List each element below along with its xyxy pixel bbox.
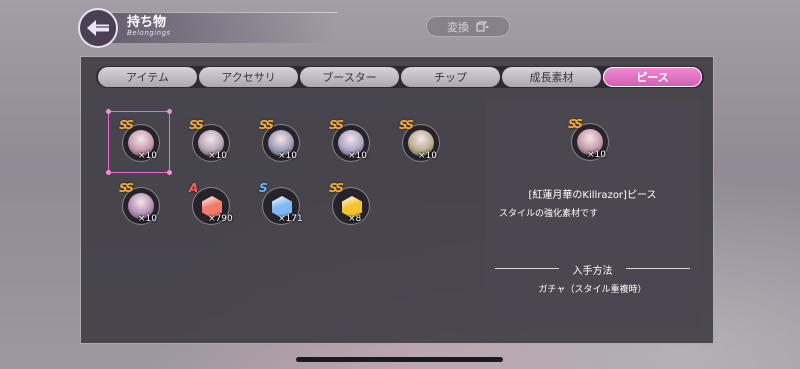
piece-item[interactable]: SS ×10: [116, 181, 160, 225]
piece-item[interactable]: SS ×10: [116, 118, 160, 162]
item-count: ×10: [278, 151, 297, 161]
rank-badge: SS: [119, 181, 134, 195]
selection-corner: [106, 109, 111, 114]
cube-convert-icon: [476, 20, 489, 32]
page-title: 持ち物: [127, 15, 167, 30]
piece-item[interactable]: SS ×10: [326, 118, 370, 162]
piece-item[interactable]: SS ×8: [326, 181, 370, 225]
item-count: ×10: [587, 150, 606, 160]
rank-badge: SS: [329, 181, 344, 195]
tab-accessories[interactable]: アクセサリ: [199, 67, 298, 87]
rank-badge: SS: [189, 118, 204, 132]
rank-badge: SS: [568, 117, 583, 131]
rank-badge: SS: [329, 118, 344, 132]
detail-item-icon: SS ×10: [565, 117, 609, 161]
rank-badge: A: [189, 181, 199, 195]
piece-item[interactable]: A ×790: [186, 181, 233, 225]
convert-label: 変換: [447, 20, 469, 34]
item-name: [紅蓮月華のKillrazor]ピース: [528, 190, 657, 201]
back-arrow-icon: [87, 20, 109, 36]
item-count: ×790: [208, 214, 233, 224]
home-indicator[interactable]: [296, 357, 503, 362]
category-tabs: アイテム アクセサリ ブースター チップ 成長素材 ピース: [96, 66, 704, 88]
piece-item[interactable]: S ×171: [256, 181, 303, 225]
item-count: ×10: [418, 151, 437, 161]
item-count: ×171: [278, 214, 303, 224]
piece-item[interactable]: SS ×10: [396, 118, 440, 162]
selection-corner: [167, 109, 172, 114]
item-count: ×10: [348, 151, 367, 161]
tab-growth-materials[interactable]: 成長素材: [502, 67, 601, 87]
selection-corner: [106, 170, 111, 175]
item-count: ×10: [138, 151, 157, 161]
item-count: ×10: [208, 151, 227, 161]
rank-badge: S: [259, 181, 268, 195]
detail-pane: SS ×10 [紅蓮月華のKillrazor]ピース スタイルの強化素材です 入…: [485, 99, 700, 329]
convert-button[interactable]: 変換: [426, 16, 510, 37]
rank-badge: SS: [259, 118, 274, 132]
tab-chips[interactable]: チップ: [401, 67, 500, 87]
rank-badge: SS: [119, 118, 134, 132]
item-count: ×10: [138, 214, 157, 224]
tab-items[interactable]: アイテム: [98, 67, 197, 87]
item-description: スタイルの強化素材です: [499, 209, 599, 219]
piece-item[interactable]: SS ×10: [186, 118, 230, 162]
tab-boosters[interactable]: ブースター: [300, 67, 399, 87]
tab-pieces[interactable]: ピース: [603, 67, 702, 87]
back-button[interactable]: [78, 8, 118, 48]
piece-item[interactable]: SS ×10: [256, 118, 300, 162]
page-subtitle: Belongings: [127, 29, 171, 37]
acquire-heading: 入手方法: [572, 266, 613, 277]
item-count: ×8: [348, 214, 362, 224]
acquire-source: ガチャ（スタイル重複時）: [538, 285, 647, 295]
rank-badge: SS: [399, 118, 414, 132]
selection-corner: [167, 170, 172, 175]
